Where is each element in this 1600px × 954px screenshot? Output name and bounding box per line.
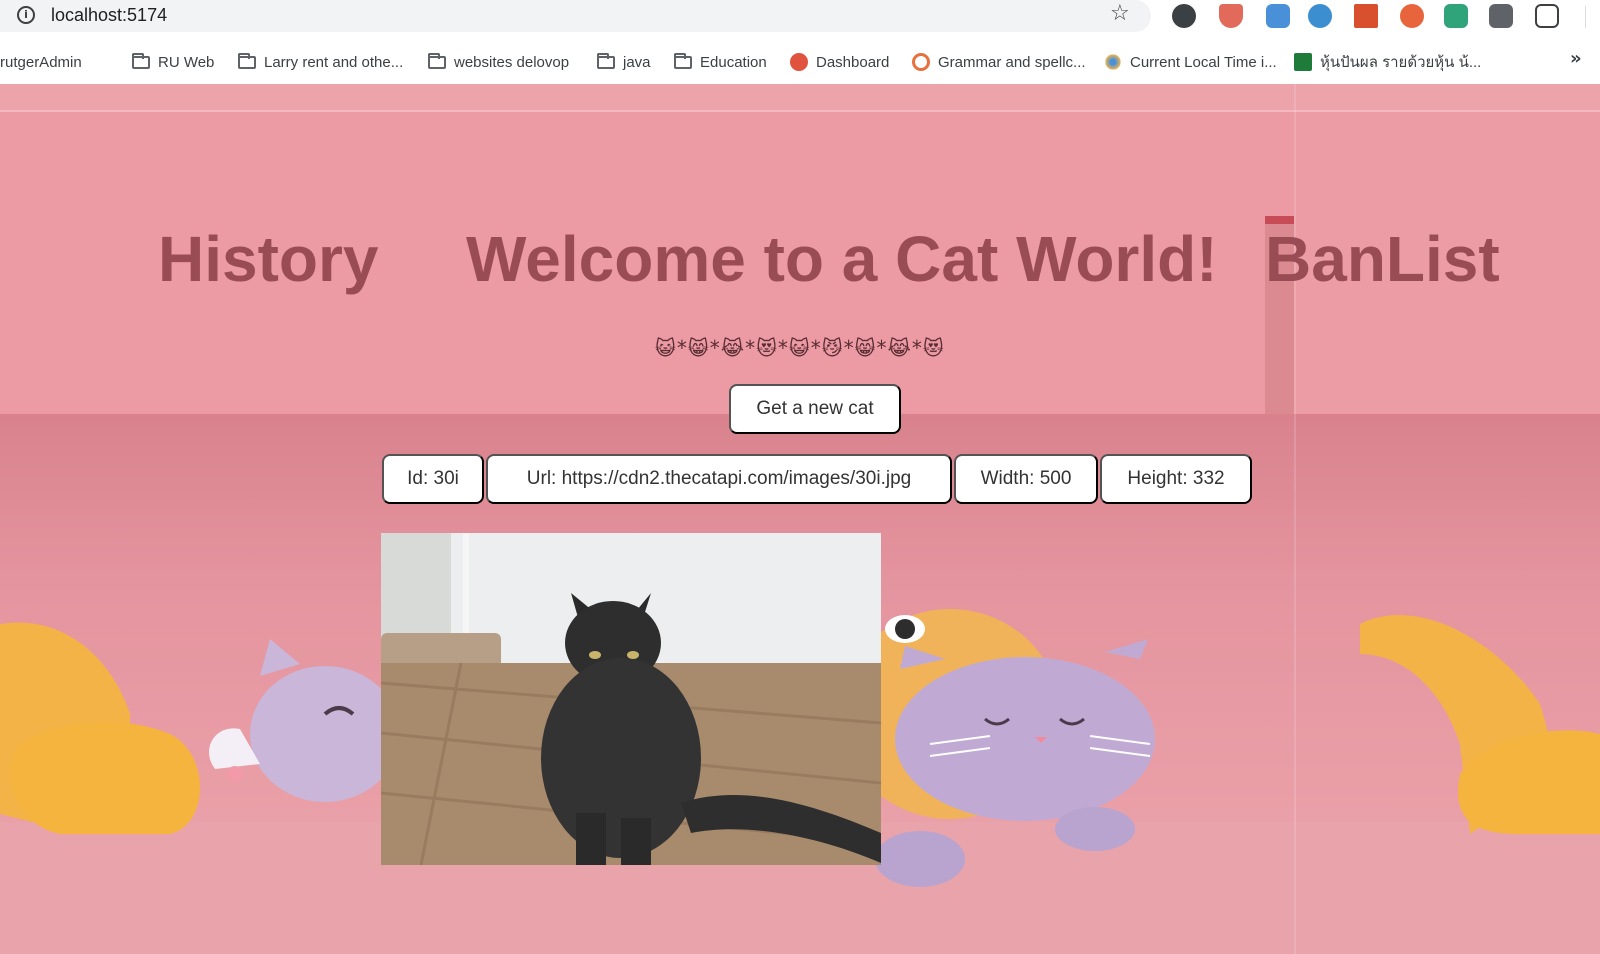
dashboard-favicon [790,53,808,71]
bookmark-label: java [623,53,651,71]
vpn-extension-icon[interactable] [1266,4,1290,28]
share-extension-icon[interactable] [1400,4,1424,28]
nav-history-link[interactable]: History [158,222,379,296]
attribute-height-button[interactable]: Height: 332 [1100,454,1252,504]
attribute-id-button[interactable]: Id: 30i [382,454,484,504]
bookmark-label: Larry rent and othe... [264,53,404,71]
bookmark-star-icon[interactable]: ☆ [1110,1,1130,26]
bookmark-websites-delovop[interactable]: websites delovop [428,51,569,73]
tab-manager-extension-icon[interactable] [1489,4,1513,28]
attribute-url-button[interactable]: Url: https://cdn2.thecatapi.com/images/3… [486,454,952,504]
stock-favicon [1294,53,1312,71]
bookmark-label: Education [700,53,767,71]
top-band [0,84,1600,112]
grammar-favicon [912,53,930,71]
browser-toolbar: i localhost:5174 ☆ [0,0,1600,34]
bookmark-label: RU Web [158,53,215,71]
time-favicon [1104,53,1122,71]
pocket-extension-icon[interactable] [1219,4,1243,28]
bookmark-grammar[interactable]: Grammar and spellc... [912,51,1086,73]
extensions-puzzle-icon[interactable] [1535,4,1559,28]
bookmark-ru-web[interactable]: RU Web [132,51,214,73]
reader-extension-icon[interactable] [1308,4,1332,28]
megaphone-extension-icon[interactable] [1354,4,1378,28]
player-extension-icon[interactable] [1444,4,1468,28]
bookmark-local-time[interactable]: Current Local Time i... [1104,51,1277,73]
cat-photo-illustration [381,533,881,865]
bookmark-stock[interactable]: หุ้นปันผล รายด้วยหุ้น น้... [1294,51,1481,73]
bookmark-label: Grammar and spellc... [938,53,1086,71]
folder-icon [428,52,446,69]
folder-icon [674,52,692,69]
bookmark-larry-rent[interactable]: Larry rent and othe... [238,51,403,73]
more-bookmarks-chevron-icon[interactable]: » [1570,48,1582,69]
address-url[interactable]: localhost:5174 [51,5,167,26]
bookmark-label: Dashboard [816,53,890,71]
folder-icon [238,52,256,69]
bookmark-label: websites delovop [454,53,570,71]
cat-emoji-row: 😺*😸*😹*😻*😺*😼*😸*😹*😻 [655,336,945,360]
bookmark-label: rutgerAdmin [0,53,82,71]
nav-banlist-link[interactable]: BanList [1265,222,1500,296]
folder-icon [597,52,615,69]
page-title: Welcome to a Cat World! [466,223,1218,295]
cat-image [381,533,881,865]
bookmark-rutgeradmin[interactable]: rutgerAdmin [0,51,82,73]
bookmark-label: Current Local Time i... [1130,53,1277,71]
site-info-icon[interactable]: i [17,6,35,24]
address-bar[interactable]: i localhost:5174 ☆ [0,0,1151,32]
bookmarks-bar: rutgerAdmin RU Web Larry rent and othe..… [0,44,1600,78]
bookmark-education[interactable]: Education [674,51,767,73]
app-page: History Welcome to a Cat World! BanList … [0,84,1600,954]
folder-icon [132,52,150,69]
layout-seam [1294,84,1296,954]
grammarly-extension-icon[interactable] [1172,4,1196,28]
toolbar-divider [1585,6,1586,28]
attribute-width-button[interactable]: Width: 500 [954,454,1098,504]
get-new-cat-button[interactable]: Get a new cat [729,384,901,434]
bookmark-java[interactable]: java [597,51,651,73]
bookmark-dashboard[interactable]: Dashboard [790,51,889,73]
bookmark-label: หุ้นปันผล รายด้วยหุ้น น้... [1320,54,1482,71]
